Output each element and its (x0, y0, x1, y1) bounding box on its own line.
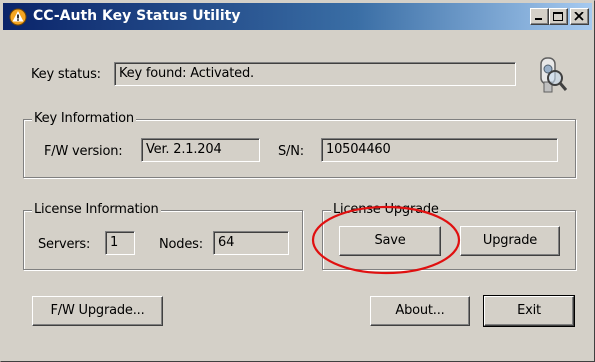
servers-field: 1 (105, 231, 135, 255)
close-icon (574, 12, 584, 21)
key-status-label: Key status: (31, 67, 101, 82)
app-warning-icon (9, 8, 27, 26)
maximize-icon (553, 12, 563, 21)
upgrade-button[interactable]: Upgrade (460, 226, 560, 256)
fw-version-label: F/W version: (44, 144, 123, 159)
maximize-button[interactable] (549, 8, 568, 25)
nodes-label: Nodes: (159, 237, 203, 252)
license-upgrade-title: License Upgrade (331, 202, 441, 217)
save-button[interactable]: Save (339, 226, 441, 256)
key-information-title: Key Information (32, 111, 136, 126)
window-title: CC-Auth Key Status Utility (33, 8, 241, 24)
key-status-field: Key found: Activated. (114, 62, 516, 86)
minimize-button[interactable] (530, 8, 549, 25)
about-button[interactable]: About... (370, 296, 470, 326)
license-information-title: License Information (32, 202, 161, 217)
serial-number-label: S/N: (278, 144, 304, 159)
close-button[interactable] (570, 8, 589, 25)
fw-version-field: Ver. 2.1.204 (141, 138, 260, 162)
fw-upgrade-button[interactable]: F/W Upgrade... (32, 296, 163, 326)
serial-number-field: 10504460 (321, 138, 558, 162)
title-bar[interactable]: CC-Auth Key Status Utility (3, 3, 592, 30)
minimize-icon (535, 18, 542, 20)
app-window: CC-Auth Key Status Utility Key status: K… (0, 0, 595, 362)
nodes-field: 64 (213, 231, 289, 255)
exit-button[interactable]: Exit (483, 295, 575, 327)
usb-key-magnifier-icon (540, 57, 568, 93)
servers-label: Servers: (38, 237, 91, 252)
